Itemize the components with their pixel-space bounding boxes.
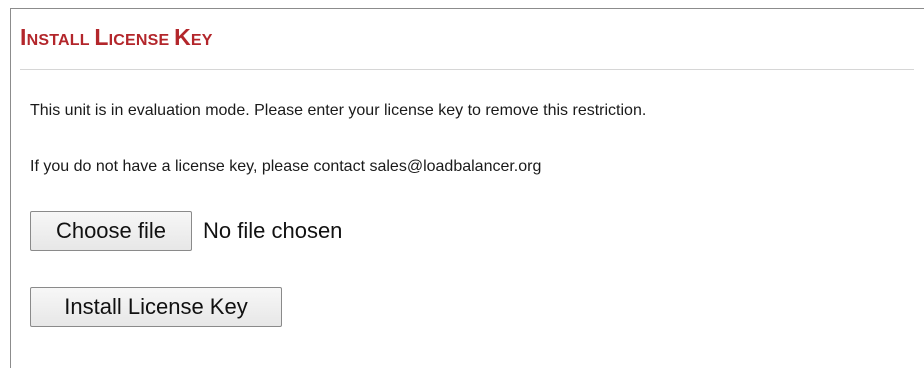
section-header: INSTALL LICENSE KEY: [20, 26, 914, 70]
contact-message: If you do not have a license key, please…: [30, 158, 541, 176]
file-status-label: No file chosen: [203, 218, 343, 243]
choose-file-button[interactable]: Choose file: [30, 211, 192, 251]
install-license-key-button[interactable]: Install License Key: [30, 287, 282, 327]
evaluation-message: This unit is in evaluation mode. Please …: [30, 102, 647, 119]
contact-prefix: If you do not have a license key, please…: [30, 158, 370, 175]
contact-email: sales@loadbalancer.org: [369, 158, 542, 175]
section-title: INSTALL LICENSE KEY: [20, 24, 213, 50]
